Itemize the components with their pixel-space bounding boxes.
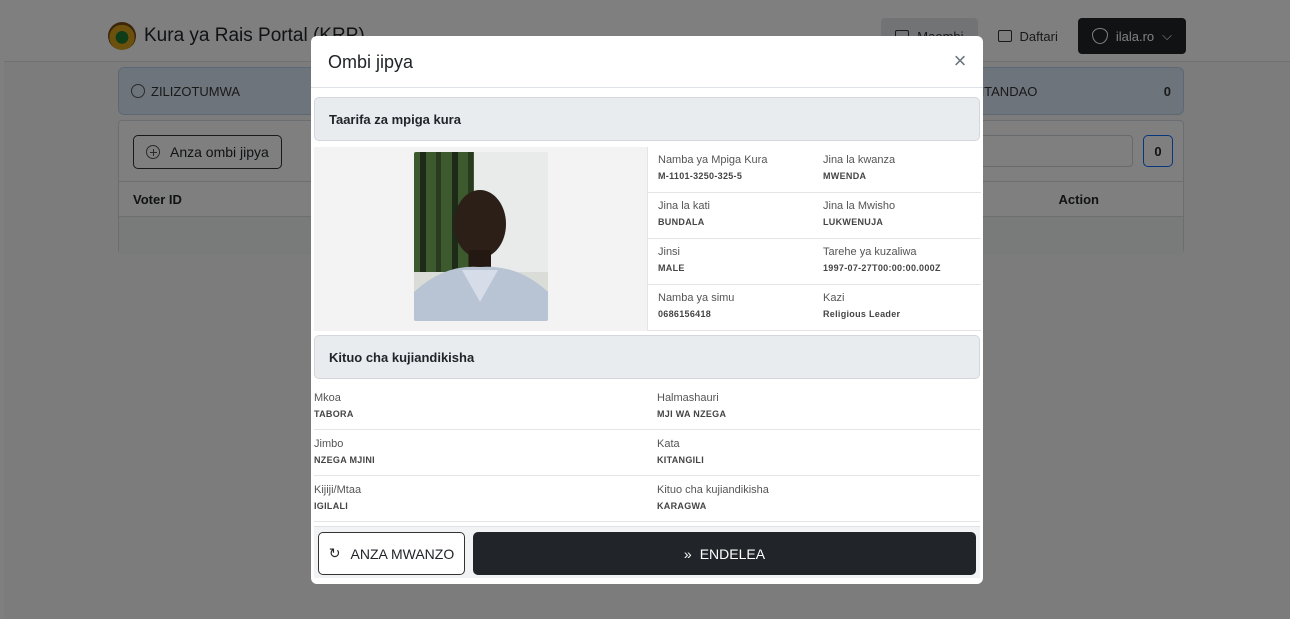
- field-village: Kijiji/Mtaa IGILALI: [314, 484, 362, 511]
- field-ward: Kata KITANGILI: [657, 438, 705, 465]
- field-first-name: Jina la kwanza MWENDA: [823, 154, 896, 181]
- continue-label: ENDELEA: [699, 545, 766, 562]
- list-item: Namba ya Mpiga Kura M-1101-3250-325-5 Ji…: [648, 147, 981, 193]
- list-item: Jina la kati BUNDALA Jina la Mwisho LUKW…: [648, 193, 981, 239]
- field-constituency: Jimbo NZEGA MJINI: [314, 438, 375, 465]
- field-region: Mkoa TABORA: [314, 392, 354, 419]
- field-last-name: Jina la Mwisho LUKWENUJA: [823, 200, 896, 227]
- restart-button[interactable]: ↻ ANZA MWANZO: [318, 532, 465, 575]
- field-birth-date: Tarehe ya kuzaliwa 1997-07-27T00:00:00.0…: [823, 246, 941, 273]
- field-middle-name: Jina la kati BUNDALA: [658, 200, 710, 227]
- station-section-header: Kituo cha kujiandikisha: [314, 335, 980, 379]
- modal-title: Ombi jipya: [328, 52, 414, 72]
- modal-footer: ↻ ANZA MWANZO » ENDELEA: [314, 526, 980, 578]
- restart-icon: ↻: [328, 545, 341, 561]
- photo-area: [314, 147, 647, 331]
- modal-header: Ombi jipya ×: [311, 36, 983, 88]
- field-gender: Jinsi MALE: [658, 246, 685, 273]
- field-voter-number: Namba ya Mpiga Kura M-1101-3250-325-5: [658, 154, 768, 181]
- voter-info-block: Namba ya Mpiga Kura M-1101-3250-325-5 Ji…: [314, 147, 981, 331]
- list-item: Kijiji/Mtaa IGILALI Kituo cha kujiandiki…: [314, 476, 980, 522]
- voter-info-section-header: Taarifa za mpiga kura: [314, 97, 980, 141]
- restart-label: ANZA MWANZO: [350, 545, 455, 562]
- list-item: Jimbo NZEGA MJINI Kata KITANGILI: [314, 430, 980, 476]
- voter-photo: [414, 152, 548, 321]
- continue-button[interactable]: » ENDELEA: [473, 532, 976, 575]
- field-council: Halmashauri MJI WA NZEGA: [657, 392, 727, 419]
- new-application-modal: Ombi jipya × Taarifa za mpiga kura Namba…: [311, 36, 983, 584]
- field-occupation: Kazi Religious Leader: [823, 292, 901, 319]
- field-registration-center: Kituo cha kujiandikisha KARAGWA: [657, 484, 769, 511]
- double-chevron-right-icon: »: [683, 545, 692, 562]
- list-item: Namba ya simu 0686156418 Kazi Religious …: [648, 285, 981, 331]
- list-item: Jinsi MALE Tarehe ya kuzaliwa 1997-07-27…: [648, 239, 981, 285]
- field-phone: Namba ya simu 0686156418: [658, 292, 735, 319]
- close-icon[interactable]: ×: [947, 48, 973, 74]
- station-details-grid: Mkoa TABORA Halmashauri MJI WA NZEGA Jim…: [314, 384, 980, 522]
- voter-details-grid: Namba ya Mpiga Kura M-1101-3250-325-5 Ji…: [647, 147, 981, 331]
- list-item: Mkoa TABORA Halmashauri MJI WA NZEGA: [314, 384, 980, 430]
